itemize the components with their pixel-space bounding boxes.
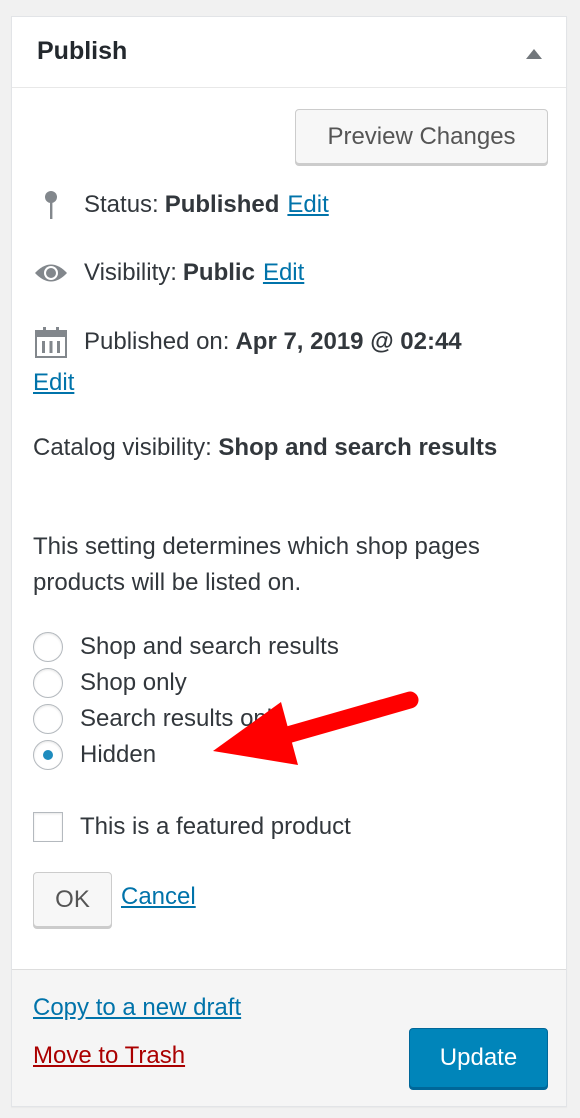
published-on-edit-link[interactable]: Edit [33, 369, 74, 396]
radio-option-hidden[interactable]: Hidden [33, 737, 339, 773]
triangle-up-icon[interactable] [526, 49, 542, 59]
visibility-edit-link[interactable]: Edit [263, 259, 304, 287]
radio-dot [43, 750, 53, 760]
status-edit-link[interactable]: Edit [287, 191, 328, 219]
radio-option-shop-only[interactable]: Shop only [33, 665, 339, 701]
radio-option-shop-and-search[interactable]: Shop and search results [33, 629, 339, 665]
visibility-value: Public [182, 259, 255, 286]
cancel-link[interactable]: Cancel [121, 883, 196, 911]
radio-button[interactable] [33, 704, 63, 734]
move-to-trash-link[interactable]: Move to Trash [33, 1042, 185, 1070]
featured-label: This is a featured product [80, 813, 351, 840]
ok-button[interactable]: OK [33, 872, 112, 927]
panel-footer: Copy to a new draft Move to Trash Update [12, 969, 566, 1106]
radio-label: Search results only [80, 705, 285, 732]
catalog-visibility-label: Catalog visibility: [33, 434, 212, 461]
radio-button[interactable] [33, 632, 63, 662]
published-on-row: Published on: Apr 7, 2019 @ 02:44 [33, 327, 462, 358]
pin-icon [33, 190, 69, 220]
eye-icon [33, 258, 69, 288]
catalog-visibility: Catalog visibility: Shop and search resu… [33, 430, 533, 466]
radio-label: Hidden [80, 741, 157, 768]
published-on-value: Apr 7, 2019 @ 02:44 [235, 328, 462, 355]
featured-checkbox[interactable] [33, 812, 63, 842]
preview-changes-button[interactable]: Preview Changes [295, 109, 548, 164]
visibility-row: Visibility: Public Edit [33, 258, 304, 288]
radio-label: Shop and search results [80, 633, 339, 660]
catalog-visibility-value: Shop and search results [218, 434, 498, 461]
publish-panel: Publish Preview Changes Status: Publishe… [11, 16, 567, 1107]
visibility-label: Visibility: [84, 259, 177, 286]
radio-button-checked[interactable] [33, 740, 63, 770]
featured-product-option[interactable]: This is a featured product [33, 812, 351, 842]
catalog-visibility-options: Shop and search results Shop only Search… [33, 629, 339, 773]
published-on-label: Published on: [84, 328, 230, 355]
radio-label: Shop only [80, 669, 187, 696]
catalog-description: This setting determines which shop pages… [33, 533, 480, 596]
status-value: Published [164, 191, 280, 218]
radio-button[interactable] [33, 668, 63, 698]
status-label: Status: [84, 191, 159, 218]
radio-option-search-only[interactable]: Search results only [33, 701, 339, 737]
panel-title: Publish [37, 37, 128, 65]
status-row: Status: Published Edit [33, 190, 329, 220]
panel-header: Publish [12, 17, 566, 88]
copy-to-draft-link[interactable]: Copy to a new draft [33, 994, 241, 1022]
calendar-icon [33, 327, 69, 358]
update-button[interactable]: Update [409, 1028, 548, 1088]
